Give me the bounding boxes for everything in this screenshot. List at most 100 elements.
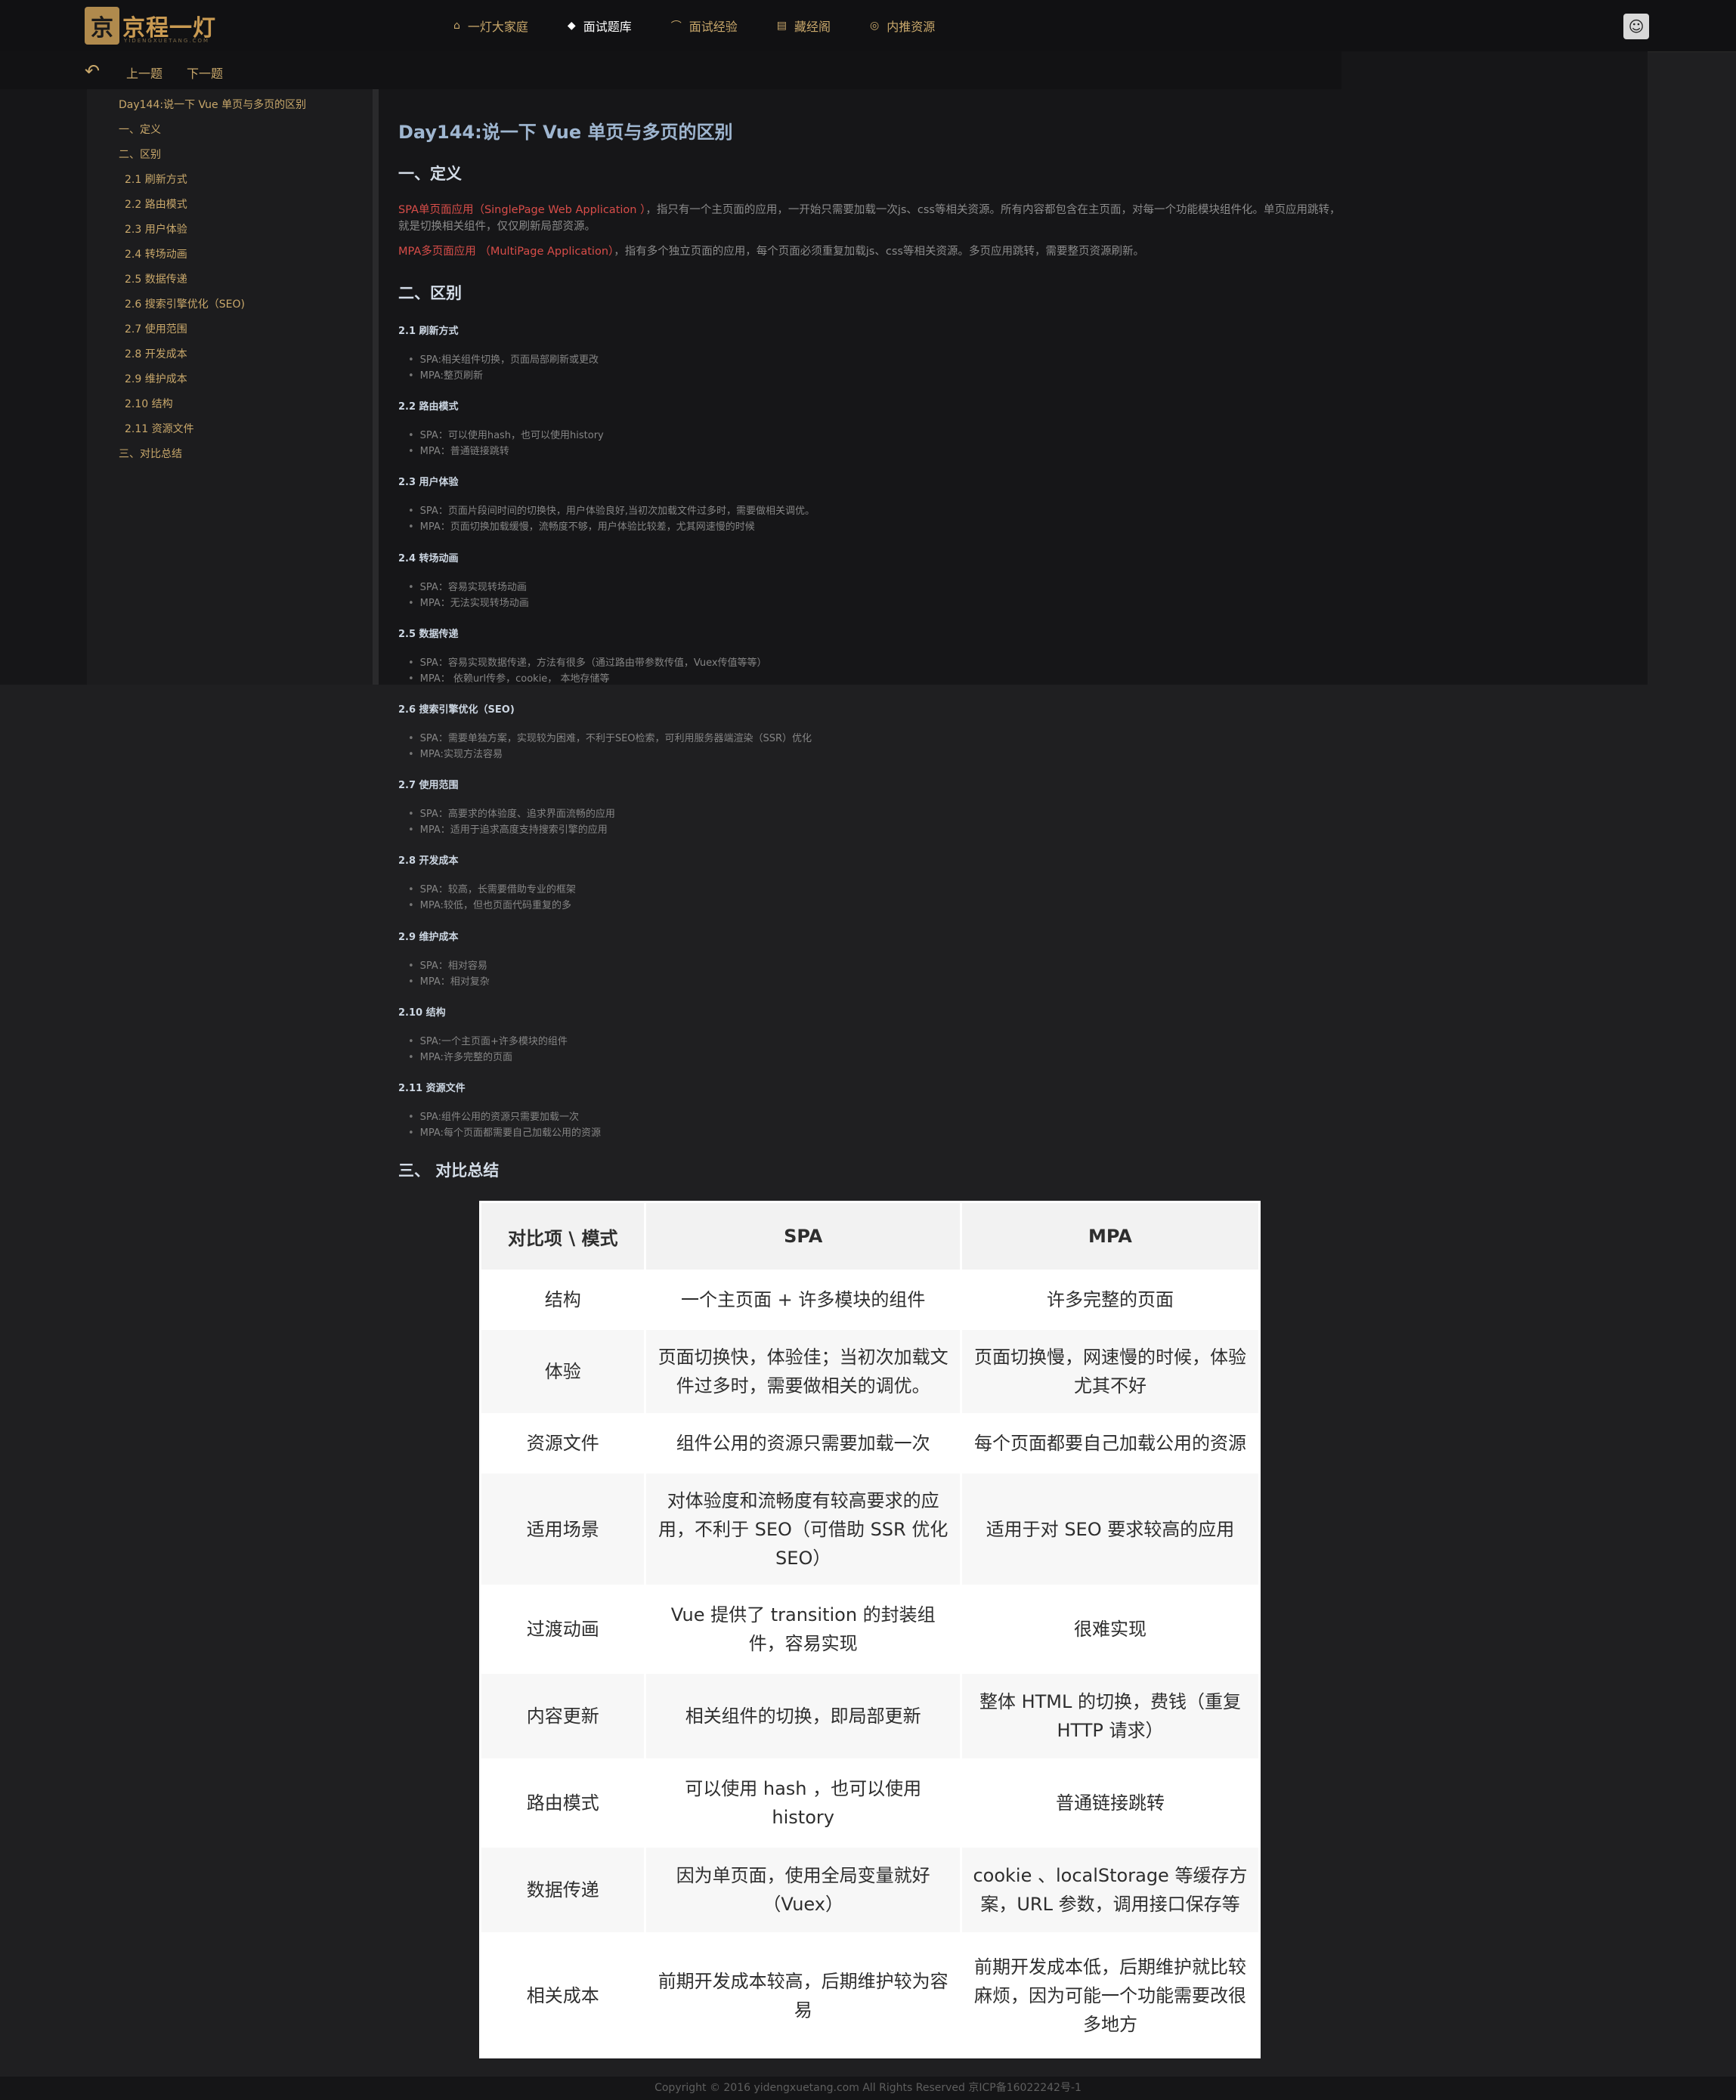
bullet-item: SPA:相关组件切换，页面局部刷新或更改 [408,351,599,366]
toc-item[interactable]: 2.2 路由模式 [119,195,306,220]
toc-item[interactable]: 一、定义 [119,120,306,145]
table-cell: 相关组件的切换，即局部更新 [644,1672,962,1761]
table-cell: 许多完整的页面 [959,1270,1261,1330]
bullet-item: MPA：无法实现转场动画 [408,595,529,609]
table-row: 路由模式 可以使用 hash ，也可以使用 history 普通链接跳转 [478,1758,1261,1848]
nav-icon: ⌒ [670,20,682,32]
bullet-item: SPA:一个主页面+许多模块的组件 [408,1033,568,1047]
bullet-item: MPA： 依赖url传参，cookie， 本地存储等 [408,670,610,685]
toc-item[interactable]: 2.1 刷新方式 [119,170,306,195]
mpa-term: MPA多页面应用 （MultiPage Application） [398,246,614,258]
bullet-item: SPA：较高，长需要借助专业的框架 [408,881,576,895]
logo-subtitle: YIDENGXUETANG.COM [124,38,209,44]
bullet-item: MPA:较低，但也页面代码重复的多 [408,897,571,911]
toc-item[interactable]: 二、区别 [119,145,306,170]
section-heading-difference: 二、区别 [398,284,462,302]
toc-item[interactable]: 2.9 维护成本 [119,370,306,394]
spa-term: SPA单页面应用（SinglePage Web Application ） [398,204,646,216]
nav-icon: ⌂ [453,20,460,32]
toc-item[interactable]: 2.3 用户体验 [119,220,306,245]
nav-icon: ◆ [567,20,576,32]
table-cell: 很难实现 [959,1585,1261,1674]
bullet-item: MPA:整页刷新 [408,367,483,382]
nav-label: 面试经验 [689,20,738,34]
nav-label: 面试题库 [583,20,632,34]
nav-item-4[interactable]: ◎ 内推资源 [870,17,935,35]
table-header-cell: SPA [644,1201,962,1272]
bullet-item: SPA：容易实现转场动画 [408,579,527,593]
subsection-heading: 2.6 搜索引擎优化（SEO) [398,704,515,716]
table-cell: 路由模式 [478,1758,647,1848]
user-avatar[interactable]: ☺ [1623,14,1649,39]
table-row: 结构 一个主页面 + 许多模块的组件 许多完整的页面 [478,1270,1261,1330]
toc-item[interactable]: 2.10 结构 [119,394,306,419]
footer-copyright: Copyright © 2016 yidengxuetang.com All R… [654,2082,1082,2094]
prev-question-link[interactable]: 上一题 [126,63,162,82]
nav-item-3[interactable]: ▤ 藏经阁 [777,17,831,35]
bullet-item: MPA：页面切换加载缓慢，流畅度不够，用户体验比较差，尤其网速慢的时候 [408,518,755,533]
table-row: 过渡动画 Vue 提供了 transition 的封装组件，容易实现 很难实现 [478,1585,1261,1674]
main-nav: ⌂ 一灯大家庭 ◆ 面试题库 ⌒ 面试经验 ▤ 藏经阁 ◎ 内推资源 [453,0,974,51]
nav-icon: ▤ [776,20,787,32]
table-header-cell: MPA [959,1201,1261,1272]
subsection-heading: 2.10 结构 [398,1007,446,1019]
table-header-cell: 对比项 \ 模式 [478,1201,647,1272]
toc-item[interactable]: 2.5 数据传递 [119,270,306,295]
toc-item[interactable]: 2.8 开发成本 [119,345,306,370]
table-cell: 过渡动画 [478,1585,647,1674]
bullet-item: MPA：普通链接跳转 [408,443,509,457]
back-arrow-icon[interactable]: ↶ [85,60,100,82]
bullet-item: SPA：相对容易 [408,957,487,972]
bullet-item: MPA:许多完整的页面 [408,1049,512,1063]
site-logo[interactable]: 京 京程一灯 YIDENGXUETANG.COM [85,5,216,47]
toc-item[interactable]: 三、对比总结 [119,444,306,469]
table-cell: 页面切换慢，网速慢的时候，体验尤其不好 [959,1328,1261,1415]
bullet-item: SPA：高要求的体验度、追求界面流畅的应用 [408,806,615,820]
toc-item[interactable]: Day144:说一下 Vue 单页与多页的区别 [119,95,306,120]
table-cell: 适用于对 SEO 要求较高的应用 [959,1471,1261,1587]
table-cell: 前期开发成本低，后期维护就比较麻烦，因为可能一个功能需要改很多地方 [959,1932,1261,2058]
nav-label: 藏经阁 [794,20,831,34]
article-title: Day144:说一下 Vue 单页与多页的区别 [398,122,733,143]
table-cell: 组件公用的资源只需要加载一次 [644,1413,962,1474]
nav-item-0[interactable]: ⌂ 一灯大家庭 [453,17,528,35]
table-cell: 相关成本 [478,1932,647,2058]
table-row: 适用场景 对体验度和流畅度有较高要求的应用，不利于 SEO（可借助 SSR 优化 … [478,1471,1261,1587]
toc-item[interactable]: 2.7 使用范围 [119,320,306,345]
comparison-table: 对比项 \ 模式 SPA MPA 结构 一个主页面 + 许多模块的组件 许多完整的页面体… [478,1201,1261,2058]
table-cell: 适用场景 [478,1471,647,1587]
logo-mark: 京 [85,7,119,45]
subsection-heading: 2.9 维护成本 [398,932,459,943]
table-row: 内容更新 相关组件的切换，即局部更新 整体 HTML 的切换，费钱（重复 HTTP … [478,1672,1261,1761]
table-cell: Vue 提供了 transition 的封装组件，容易实现 [644,1585,962,1674]
table-cell: 对体验度和流畅度有较高要求的应用，不利于 SEO（可借助 SSR 优化 SEO） [644,1471,962,1587]
mpa-definition: MPA多页面应用 （MultiPage Application），指有多个独立页… [398,243,1343,260]
bullet-item: MPA：相对复杂 [408,973,490,988]
bullet-item: SPA：容易实现数据传递，方法有很多（通过路由带参数传值，Vuex传值等等） [408,654,767,669]
subsection-heading: 2.8 开发成本 [398,855,459,867]
toc-item[interactable]: 2.4 转场动画 [119,245,306,270]
table-cell: 整体 HTML 的切换，费钱（重复 HTTP 请求） [959,1672,1261,1761]
table-cell: 体验 [478,1328,647,1415]
toc-item[interactable]: 2.11 资源文件 [119,419,306,444]
bullet-item: MPA:实现方法容易 [408,746,503,760]
bullet-item: MPA：适用于追求高度支持搜索引擎的应用 [408,821,608,836]
table-cell: 页面切换快，体验佳；当初次加载文件过多时，需要做相关的调优。 [644,1328,962,1415]
nav-item-1[interactable]: ◆ 面试题库 [568,17,632,35]
table-cell: 前期开发成本较高，后期维护较为容易 [644,1932,962,2058]
subsection-heading: 2.1 刷新方式 [398,326,459,337]
section-heading-summary: 三、 对比总结 [398,1161,500,1180]
table-row: 体验 页面切换快，体验佳；当初次加载文件过多时，需要做相关的调优。 页面切换慢，网速… [478,1328,1261,1415]
table-cell: 可以使用 hash ，也可以使用 history [644,1758,962,1848]
table-cell: 资源文件 [478,1413,647,1474]
bullet-item: MPA:每个页面都需要自己加载公用的资源 [408,1124,601,1139]
bullet-item: SPA：可以使用hash，也可以使用history [408,427,604,441]
top-nav-bar: 京 京程一灯 YIDENGXUETANG.COM ⌂ 一灯大家庭 ◆ 面试题库 ⌒ 面试经… [0,0,1736,52]
next-question-link[interactable]: 下一题 [187,63,223,82]
toc-item[interactable]: 2.6 搜索引擎优化（SEO) [119,295,306,320]
table-cell: 内容更新 [478,1672,647,1761]
nav-item-2[interactable]: ⌒ 面试经验 [671,17,738,35]
nav-label: 一灯大家庭 [467,20,528,34]
bullet-item: SPA：需要单独方案，实现较为困难，不利于SEO检索，可利用服务器端渲染（SSR… [408,730,812,744]
table-row: 数据传递 因为单页面，使用全局变量就好（Vuex） cookie 、localSto… [478,1845,1261,1935]
